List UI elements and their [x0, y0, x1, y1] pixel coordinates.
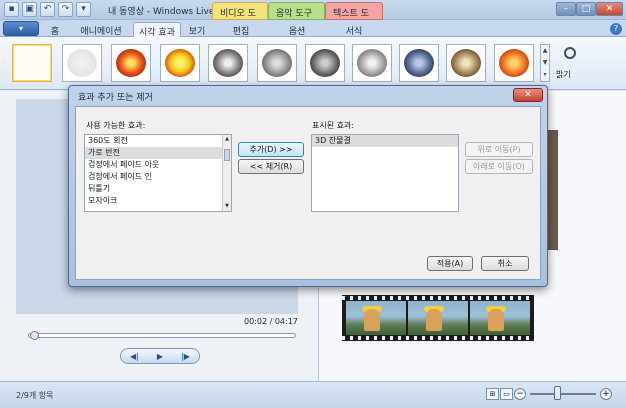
- add-effect-button[interactable]: 추가(D) >>: [238, 142, 304, 157]
- film-perforations-bottom: [342, 336, 534, 340]
- previous-frame-button[interactable]: ◀|: [130, 352, 139, 361]
- tab-animation[interactable]: 애니메이션: [72, 22, 130, 37]
- apply-button[interactable]: 적용(A): [427, 256, 473, 271]
- tab-options[interactable]: 옵션: [284, 22, 310, 37]
- effect-thumb-sepia[interactable]: [446, 44, 486, 82]
- dialog-close-button[interactable]: ✕: [513, 88, 543, 102]
- status-bar: 2/9개 항목 ⊞ ▭ − +: [0, 381, 626, 408]
- dialog-title: 효과 추가 또는 제거: [78, 93, 153, 103]
- scroll-down-icon[interactable]: ▼: [223, 202, 231, 211]
- move-up-button[interactable]: 위로 이동(P): [465, 142, 533, 157]
- tab-format[interactable]: 서식: [341, 22, 367, 37]
- clip-frame: [408, 301, 468, 335]
- context-tab-music-tools[interactable]: 음악 도구: [268, 2, 325, 20]
- effect-thumb-warm[interactable]: [160, 44, 200, 82]
- tab-view[interactable]: 보기: [184, 22, 210, 37]
- displayed-effects-label: 표시된 효과:: [312, 121, 355, 130]
- context-tab-text-tools[interactable]: 텍스트 도구: [325, 2, 383, 32]
- displayed-effects-list[interactable]: 3D 잔물결: [311, 134, 459, 212]
- effects-gallery: ▲ ▼ ▾ 밝기: [0, 37, 626, 90]
- storyboard-view-icon[interactable]: ▭: [500, 388, 513, 400]
- film-perforations-top: [342, 296, 534, 300]
- zoom-in-button[interactable]: +: [600, 388, 612, 400]
- title-bar: ▪ ▣ ↶ ↷ ▾ 내 동영상 - Windows Live 무비 ... 비디…: [0, 0, 626, 32]
- close-window-button[interactable]: ✕: [596, 2, 623, 16]
- clip-frame: [346, 301, 406, 335]
- effect-thumb-color[interactable]: [111, 44, 151, 82]
- ribbon-tab-row: ▾ 홈 애니메이션 시각 효과 보기 편집 옵션 서식 ?: [0, 20, 626, 38]
- maximize-button[interactable]: □: [576, 2, 596, 16]
- effect-thumb-bw-3[interactable]: [305, 44, 345, 82]
- cancel-button[interactable]: 취소: [481, 256, 529, 271]
- zoom-slider[interactable]: [530, 393, 596, 395]
- effect-thumb-cyanotype[interactable]: [399, 44, 439, 82]
- effect-thumb-bw-4[interactable]: [352, 44, 392, 82]
- timecode: 00:02 / 04:17: [244, 317, 298, 326]
- storyboard-clip[interactable]: [342, 295, 534, 341]
- undo-icon[interactable]: ↶: [40, 2, 55, 17]
- list-item[interactable]: 3D 잔물결: [312, 135, 458, 147]
- move-down-button[interactable]: 아래로 이동(O): [465, 159, 533, 174]
- seek-handle[interactable]: [29, 331, 39, 340]
- tab-edit[interactable]: 편집: [228, 22, 254, 37]
- list-item[interactable]: 모자이크: [85, 195, 231, 207]
- add-remove-effects-dialog: 효과 추가 또는 제거 ✕ 사용 가능한 효과: 360도 회전 가로 반전 검…: [68, 85, 548, 287]
- customize-dropdown-icon[interactable]: ▾: [76, 2, 91, 17]
- help-icon[interactable]: ?: [610, 23, 622, 35]
- scroll-up-icon[interactable]: ▲: [223, 135, 231, 144]
- list-item[interactable]: 검정에서 페이드 인: [85, 171, 231, 183]
- tab-visual-effects[interactable]: 시각 효과: [133, 22, 181, 38]
- quick-access-toolbar: ▪ ▣ ↶ ↷ ▾: [4, 2, 91, 17]
- app-menu-icon[interactable]: ▪: [4, 2, 19, 17]
- brightness-button[interactable]: 밝기: [556, 41, 580, 79]
- list-item[interactable]: 360도 회전: [85, 135, 231, 147]
- playback-controls: ◀| ▶ |▶: [120, 348, 200, 364]
- storyboard-thumbnail-edge: [548, 130, 558, 250]
- zoom-out-button[interactable]: −: [514, 388, 526, 400]
- tab-home[interactable]: 홈: [44, 22, 66, 37]
- gallery-scroll-control[interactable]: ▲ ▼ ▾: [540, 44, 550, 82]
- thumbnail-view-icon[interactable]: ⊞: [486, 388, 499, 400]
- effect-thumb-blur[interactable]: [62, 44, 102, 82]
- remove-effect-button[interactable]: << 제거(R): [238, 159, 304, 174]
- effect-thumb-bw-1[interactable]: [208, 44, 248, 82]
- scroll-thumb[interactable]: [224, 149, 230, 161]
- minimize-button[interactable]: –: [556, 2, 576, 16]
- next-frame-button[interactable]: |▶: [181, 352, 190, 361]
- zoom-slider-handle[interactable]: [554, 386, 561, 400]
- effect-thumb-bw-2[interactable]: [257, 44, 297, 82]
- clip-frame: [470, 301, 530, 335]
- sun-icon: [558, 41, 578, 61]
- effect-thumb-orange[interactable]: [494, 44, 534, 82]
- available-effects-label: 사용 가능한 효과:: [86, 121, 146, 130]
- list-item[interactable]: 검정에서 페이드 아웃: [85, 159, 231, 171]
- context-tab-video-tools[interactable]: 비디오 도구: [212, 2, 268, 32]
- item-count: 2/9개 항목: [16, 391, 54, 400]
- available-effects-list[interactable]: 360도 회전 가로 반전 검정에서 페이드 아웃 검정에서 페이드 인 뒤틀기…: [84, 134, 232, 212]
- list-item[interactable]: 가로 반전: [85, 147, 231, 159]
- seek-bar[interactable]: [28, 331, 296, 340]
- application-button[interactable]: ▾: [3, 21, 39, 36]
- effect-thumb-none[interactable]: [12, 44, 52, 82]
- save-icon[interactable]: ▣: [22, 2, 37, 17]
- play-button[interactable]: ▶: [157, 352, 163, 361]
- list-scrollbar[interactable]: ▲ ▼: [222, 135, 231, 211]
- list-item[interactable]: 뒤틀기: [85, 183, 231, 195]
- redo-icon[interactable]: ↷: [58, 2, 73, 17]
- dialog-body: 사용 가능한 효과: 360도 회전 가로 반전 검정에서 페이드 아웃 검정에…: [75, 106, 541, 280]
- brightness-label: 밝기: [556, 70, 571, 79]
